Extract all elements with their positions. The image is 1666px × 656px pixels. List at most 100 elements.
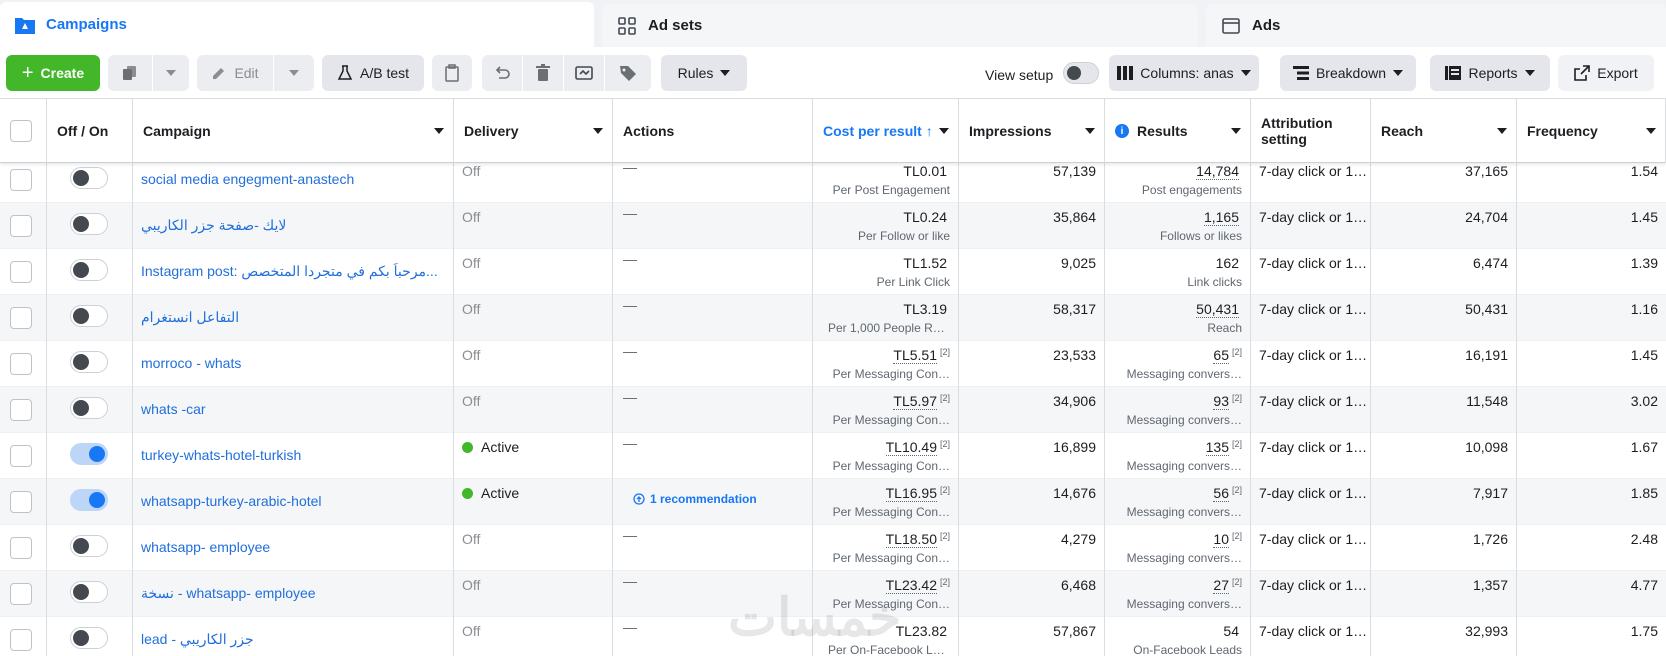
results-amount[interactable]: 162: [1216, 255, 1239, 271]
results-amount[interactable]: 135: [1205, 439, 1229, 456]
campaign-name-link[interactable]: whats -car: [141, 401, 206, 417]
results-amount[interactable]: 54: [1223, 623, 1239, 639]
clipboard-button[interactable]: [432, 55, 472, 91]
table-row[interactable]: morroco - whats Off — TL5.51 [2] Per Messagin…: [0, 341, 1666, 387]
table-row[interactable]: Instagram post: مرحباً بكم في متجردا الم…: [0, 249, 1666, 295]
table-row[interactable]: whats -car Off — TL5.97 [2] Per Messaging Con…: [0, 387, 1666, 433]
campaign-name-link[interactable]: lead - جزر الكاريبي: [141, 631, 254, 648]
campaign-toggle[interactable]: [70, 627, 108, 649]
tab-ad-sets[interactable]: Ad sets: [602, 4, 1198, 47]
row-checkbox[interactable]: [10, 583, 32, 605]
row-checkbox[interactable]: [10, 399, 32, 421]
column-header-off-on[interactable]: Off / On: [47, 99, 133, 163]
column-header-cost-per-result[interactable]: Cost per result ↑: [813, 99, 959, 163]
column-header-attribution[interactable]: Attribution setting: [1251, 99, 1371, 163]
chevron-down-icon[interactable]: [593, 128, 603, 134]
campaign-toggle[interactable]: [70, 581, 108, 603]
results-amount[interactable]: 10: [1213, 531, 1229, 548]
rules-button[interactable]: Rules: [661, 55, 747, 91]
campaign-name-link[interactable]: turkey-whats-hotel-turkish: [141, 447, 301, 463]
row-checkbox[interactable]: [10, 215, 32, 237]
campaign-name-link[interactable]: social media engegment-anastech: [141, 171, 354, 187]
row-checkbox[interactable]: [10, 445, 32, 467]
table-row[interactable]: التفاعل انستغرام Off — TL3.19 Per 1,000 Peop…: [0, 295, 1666, 341]
tab-ads[interactable]: Ads: [1206, 4, 1666, 47]
campaign-name-link[interactable]: whatsapp- employee: [141, 539, 270, 555]
campaign-toggle[interactable]: [70, 351, 108, 373]
chevron-down-icon[interactable]: [939, 128, 949, 134]
select-all-checkbox[interactable]: [10, 120, 32, 142]
chevron-down-icon[interactable]: [1231, 128, 1241, 134]
row-checkbox[interactable]: [10, 491, 32, 513]
campaign-toggle[interactable]: [70, 535, 108, 557]
ab-test-button[interactable]: A/B test: [322, 55, 424, 91]
create-button[interactable]: + Create: [6, 55, 100, 91]
export-button[interactable]: Export: [1558, 55, 1654, 91]
column-header-reach[interactable]: Reach: [1371, 99, 1517, 163]
campaign-toggle[interactable]: [70, 259, 108, 281]
table-row[interactable]: whatsapp-turkey-arabic-hotel Active 1 reco…: [0, 479, 1666, 525]
campaign-cell: lead - جزر الكاريبي: [133, 617, 454, 656]
rules-apply-button[interactable]: [564, 55, 604, 91]
results-amount[interactable]: 93: [1213, 393, 1229, 410]
row-checkbox[interactable]: [10, 261, 32, 283]
undo-button[interactable]: [482, 55, 522, 91]
table-row[interactable]: social media engegment-anastech Off — TL0.0…: [0, 163, 1666, 203]
row-checkbox[interactable]: [10, 537, 32, 559]
frequency-value: 1.39: [1630, 255, 1658, 271]
tag-button[interactable]: [605, 55, 651, 91]
edit-dropdown-button[interactable]: [274, 55, 314, 91]
reports-button[interactable]: Reports: [1430, 55, 1550, 91]
table-row[interactable]: لايك -صفحة جزر الكاريبي Off — TL0.24 Per Fol…: [0, 203, 1666, 249]
attribution-value: 7-day click or 1…: [1259, 301, 1368, 317]
campaign-toggle[interactable]: [70, 397, 108, 419]
column-header-actions[interactable]: Actions: [613, 99, 813, 163]
table-row[interactable]: whatsapp- employee Off — TL18.50 [2] Per Mess…: [0, 525, 1666, 571]
row-checkbox[interactable]: [10, 629, 32, 651]
tab-campaigns[interactable]: Campaigns: [0, 2, 594, 47]
breakdown-button[interactable]: Breakdown: [1280, 55, 1416, 91]
column-header-results[interactable]: i Results: [1105, 99, 1251, 163]
edit-button[interactable]: Edit: [197, 55, 273, 91]
chevron-down-icon[interactable]: [1085, 128, 1095, 134]
duplicate-button[interactable]: [108, 55, 152, 91]
campaign-name-link[interactable]: التفاعل انستغرام: [141, 309, 239, 326]
toggle-cell: [47, 617, 133, 656]
results-amount[interactable]: 14,784: [1196, 163, 1239, 180]
row-checkbox[interactable]: [10, 307, 32, 329]
campaign-name-link[interactable]: whatsapp-turkey-arabic-hotel: [141, 493, 322, 509]
row-checkbox[interactable]: [10, 169, 32, 191]
campaign-toggle[interactable]: [70, 489, 108, 511]
column-header-frequency[interactable]: Frequency: [1517, 99, 1666, 163]
campaign-name-link[interactable]: لايك -صفحة جزر الكاريبي: [141, 217, 286, 234]
campaign-name-link[interactable]: Instagram post: مرحباً بكم في متجردا الم…: [141, 263, 438, 280]
results-amount[interactable]: 1,165: [1203, 209, 1239, 226]
duplicate-dropdown-button[interactable]: [153, 55, 189, 91]
recommendation-link[interactable]: 1 recommendation: [633, 492, 757, 506]
column-header-delivery[interactable]: Delivery: [454, 99, 613, 163]
columns-button[interactable]: Columns: anas: [1109, 55, 1259, 91]
column-header-impressions[interactable]: Impressions: [959, 99, 1105, 163]
campaign-toggle[interactable]: [70, 167, 108, 189]
results-amount[interactable]: 27: [1213, 577, 1229, 594]
chevron-down-icon[interactable]: [1646, 128, 1656, 134]
table-row[interactable]: turkey-whats-hotel-turkish Active — TL10.49…: [0, 433, 1666, 479]
delivery-cell: Off: [454, 341, 613, 387]
campaign-toggle[interactable]: [70, 443, 108, 465]
campaign-name-link[interactable]: نسخة - whatsapp- employee: [141, 585, 316, 602]
results-amount[interactable]: 56: [1213, 485, 1229, 502]
campaign-toggle[interactable]: [70, 213, 108, 235]
campaign-name-link[interactable]: morroco - whats: [141, 355, 241, 371]
toggle-cell: [47, 433, 133, 479]
column-header-campaign[interactable]: Campaign: [133, 99, 454, 163]
chevron-down-icon[interactable]: [434, 128, 444, 134]
frequency-cell: 1.45: [1517, 341, 1666, 387]
results-amount[interactable]: 65: [1213, 347, 1229, 364]
view-setup-toggle[interactable]: [1063, 62, 1099, 84]
delete-button[interactable]: [523, 55, 563, 91]
row-checkbox[interactable]: [10, 353, 32, 375]
chevron-down-icon[interactable]: [1497, 128, 1507, 134]
campaign-toggle[interactable]: [70, 305, 108, 327]
results-amount[interactable]: 50,431: [1196, 301, 1239, 318]
info-icon[interactable]: i: [1115, 124, 1129, 138]
